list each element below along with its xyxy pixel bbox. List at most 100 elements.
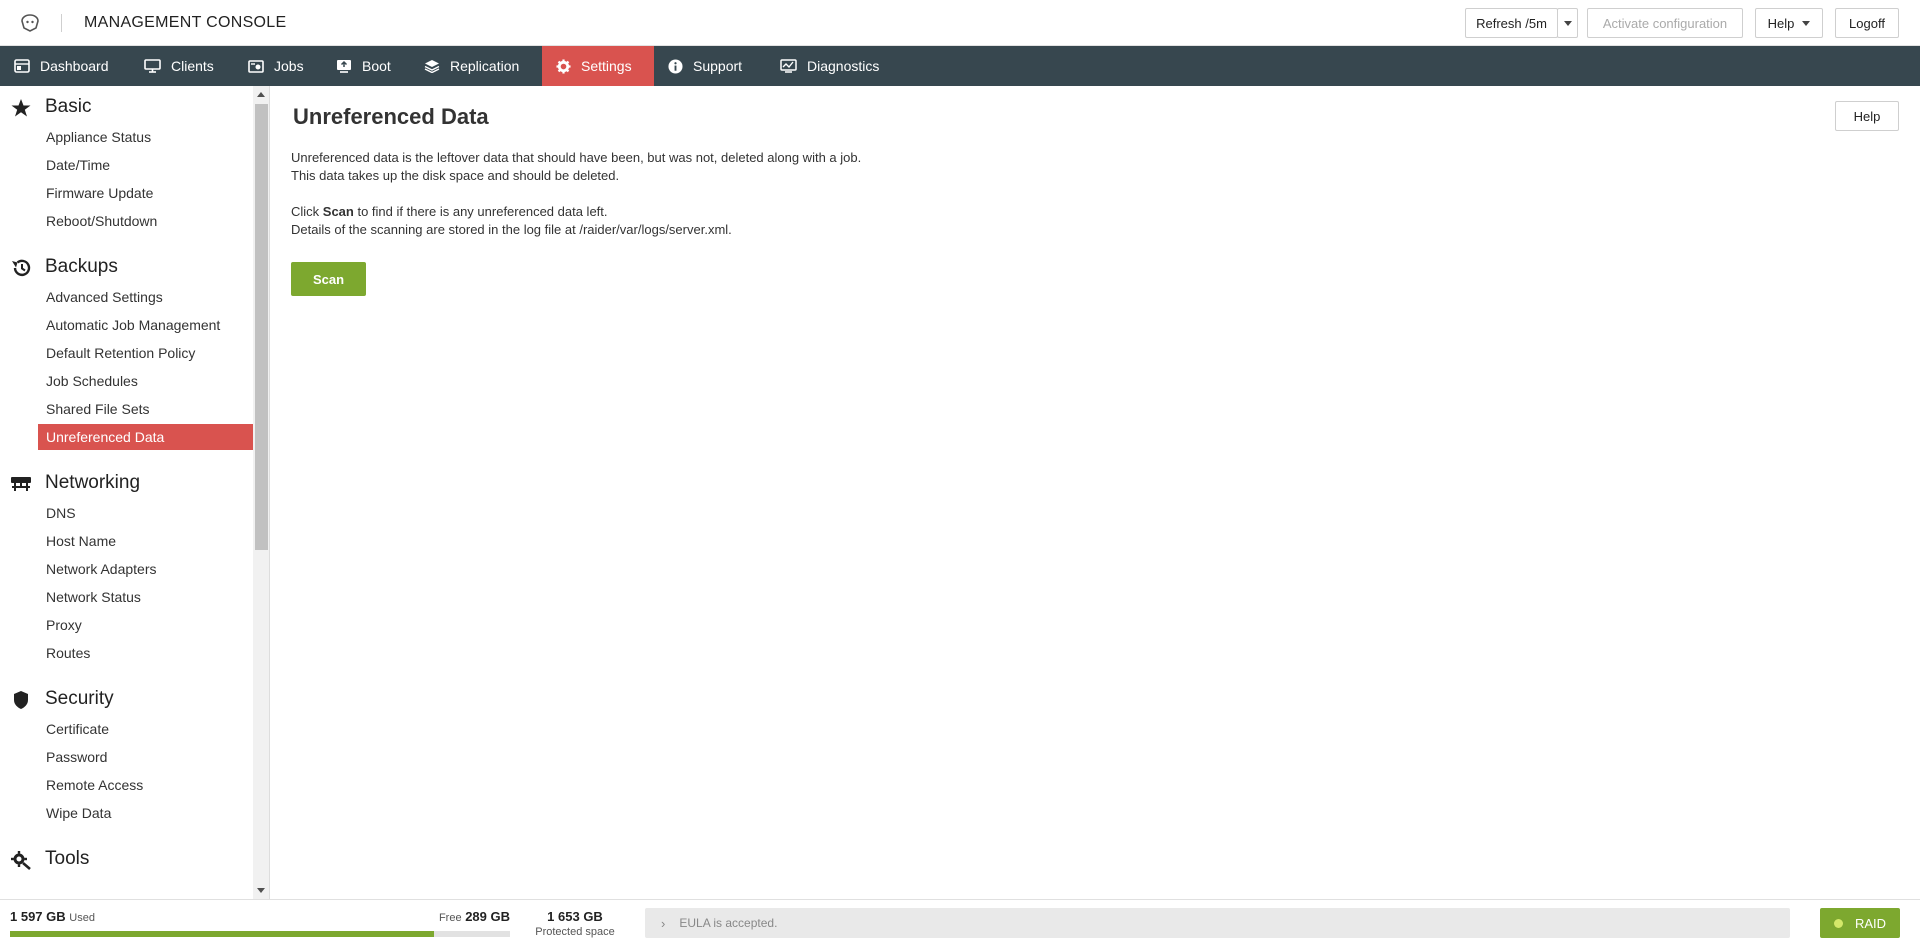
activate-configuration-button[interactable]: Activate configuration [1587,8,1743,38]
nav-settings[interactable]: Settings [542,46,654,86]
scan-button[interactable]: Scan [291,262,366,296]
status-footer: 1 597 GB Used Free 289 GB 1 653 GB Prote… [0,899,1920,946]
nav-replication[interactable]: Replication [410,46,533,86]
sidebar-item-date-time[interactable]: Date/Time [38,152,253,178]
protected-value: 1 653 GB [547,909,603,924]
sidebar-item-label: Appliance Status [46,129,152,145]
nav-label: Replication [450,58,520,74]
sidebar-item-label: Routes [46,645,91,661]
section-tools: Tools [0,846,253,874]
nav-label: Clients [171,58,214,74]
sidebar-item-dns[interactable]: DNS [38,500,253,526]
sidebar-item-proxy[interactable]: Proxy [38,612,253,638]
page-title: Unreferenced Data [293,104,489,129]
refresh-label: Refresh /5m [1476,15,1547,31]
nav-boot[interactable]: Boot [322,46,405,86]
section-networking: Networking [0,470,253,498]
sidebar-item-label: DNS [46,505,76,521]
sidebar-item-network-adapters[interactable]: Network Adapters [38,556,253,582]
star-icon [11,99,31,117]
sidebar-scrollbar[interactable] [253,86,269,899]
main-content: Unreferenced Data Help Unreferenced data… [271,86,1920,899]
help-label: Help [1853,108,1881,124]
status-dot-icon [1833,918,1843,928]
sidebar-item-advanced-settings[interactable]: Advanced Settings [38,284,253,310]
sidebar-item-network-status[interactable]: Network Status [38,584,253,610]
storage-used: 1 597 GB Used [10,909,95,924]
sidebar-item-label: Wipe Data [46,805,112,821]
sidebar-item-appliance-status[interactable]: Appliance Status [38,124,253,150]
sidebar-item-label: Proxy [46,617,82,633]
scan-label: Scan [312,271,345,287]
sidebar-item-label: Job Schedules [46,373,138,389]
section-title: Networking [45,472,141,493]
eula-status-bar[interactable]: › EULA is accepted. [645,908,1790,938]
sidebar-item-label: Password [46,749,108,765]
nav-clients[interactable]: Clients [130,46,228,86]
app-title: MANAGEMENT CONSOLE [84,14,287,31]
sidebar-item-remote-access[interactable]: Remote Access [38,772,253,798]
used-value: 1 597 GB [10,909,66,924]
section-title: Security [45,688,114,709]
nav-dashboard[interactable]: Dashboard [0,46,123,86]
sidebar-item-label: Network Adapters [46,561,157,577]
shield-icon [14,691,28,709]
sidebar-item-label: Host Name [46,533,117,549]
sidebar-item-reboot-shutdown[interactable]: Reboot/Shutdown [38,208,253,234]
top-header: MANAGEMENT CONSOLE Refresh /5m Activate … [0,0,1920,46]
monitor-icon [144,59,161,73]
raid-status-button[interactable]: RAID [1820,908,1900,938]
sidebar-item-routes[interactable]: Routes [38,640,253,666]
settings-sidebar: Basic Appliance Status Date/Time Firmwar… [0,86,270,899]
instructions-prefix: Click [291,204,323,219]
protected-space: 1 653 GB Protected space [530,909,620,938]
activate-label: Activate configuration [1602,15,1728,31]
storage-free: Free 289 GB [439,909,510,924]
sidebar-item-unreferenced-data[interactable]: Unreferenced Data [38,424,253,450]
history-icon [12,259,31,277]
nav-label: Dashboard [40,58,109,74]
sidebar-item-label: Firmware Update [46,185,154,201]
instructions-suffix: to find if there is any unreferenced dat… [353,204,608,219]
section-title: Basic [45,96,92,117]
section-basic: Basic [0,94,253,122]
logoff-button[interactable]: Logoff [1835,8,1899,38]
section-backups: Backups [0,254,253,282]
nav-label: Settings [581,58,632,74]
nav-label: Support [693,58,743,74]
chevron-down-icon [1563,20,1572,26]
sidebar-item-job-schedules[interactable]: Job Schedules [38,368,253,394]
boot-icon [337,60,351,73]
refresh-button[interactable]: Refresh /5m [1465,8,1558,38]
sidebar-item-wipe-data[interactable]: Wipe Data [38,800,253,826]
storage-usage-bar [10,931,510,937]
sidebar-item-host-name[interactable]: Host Name [38,528,253,554]
sidebar-item-default-retention-policy[interactable]: Default Retention Policy [38,340,253,366]
storage-usage-fill [10,931,434,937]
scrollbar-thumb[interactable] [255,104,268,550]
help-button[interactable]: Help [1835,101,1899,131]
scroll-up-icon[interactable] [257,92,265,97]
chevron-right-icon: › [661,915,666,931]
sidebar-item-firmware-update[interactable]: Firmware Update [38,180,253,206]
scroll-down-icon[interactable] [257,888,265,893]
sidebar-item-certificate[interactable]: Certificate [38,716,253,742]
sidebar-item-password[interactable]: Password [38,744,253,770]
help-menu-button[interactable]: Help [1755,8,1823,38]
sidebar-item-shared-file-sets[interactable]: Shared File Sets [38,396,253,422]
nav-jobs[interactable]: Jobs [234,46,318,86]
sidebar-item-label: Network Status [46,589,141,605]
sidebar-item-automatic-job-management[interactable]: Automatic Job Management [38,312,253,338]
instructions-line-1: Click Scan to find if there is any unref… [291,203,732,221]
nav-diagnostics[interactable]: Diagnostics [766,46,893,86]
tools-icon [11,851,31,870]
protected-label: Protected space [535,926,615,938]
nav-support[interactable]: Support [654,46,756,86]
network-icon [11,477,31,491]
help-menu-label: Help [1767,15,1795,31]
refresh-dropdown-button[interactable] [1557,8,1578,38]
main-nav: Dashboard Clients Jobs Boot Replication … [0,46,1920,86]
sidebar-item-label: Shared File Sets [46,401,150,417]
jobs-icon [248,60,264,73]
chevron-down-icon [1802,20,1811,26]
